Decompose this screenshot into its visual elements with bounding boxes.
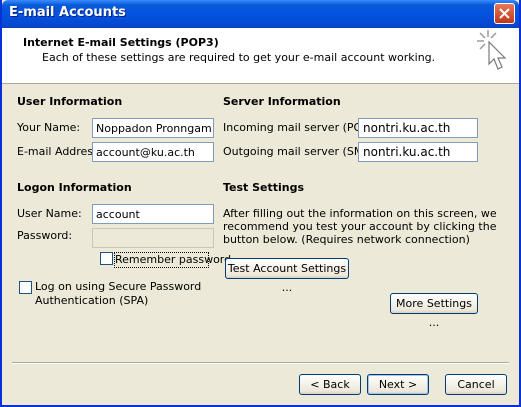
footer-separator (12, 362, 509, 364)
user-name-label: User Name: (17, 207, 82, 220)
window-title: E-mail Accounts (9, 5, 126, 20)
server-info-title: Server Information (223, 95, 341, 108)
remember-password-checkbox[interactable] (100, 252, 113, 265)
test-account-settings-button[interactable]: Test Account Settings ... (225, 258, 349, 294)
logon-info-title: Logon Information (17, 181, 132, 194)
password-label: Password: (17, 229, 73, 242)
test-description-line3: button below. (Requires network connecti… (223, 233, 470, 246)
test-description-line2: recommend you test your account by click… (223, 220, 497, 233)
cancel-button[interactable]: Cancel (445, 374, 507, 395)
back-button[interactable]: < Back (299, 374, 361, 395)
spa-label-line1[interactable]: Log on using Secure Password (35, 280, 201, 293)
remember-password-label[interactable]: Remember password (115, 253, 231, 266)
more-settings-button[interactable]: More Settings ... (390, 293, 478, 329)
test-settings-title: Test Settings (223, 181, 305, 194)
wizard-cursor-icon (477, 30, 507, 70)
incoming-server-field[interactable]: nontri.ku.ac.th (358, 118, 478, 138)
spa-checkbox[interactable] (19, 281, 32, 294)
your-name-label: Your Name: (17, 121, 81, 134)
user-name-field[interactable]: account (92, 204, 214, 224)
wizard-header: Internet E-mail Settings (POP3) Each of … (2, 28, 519, 84)
close-button[interactable] (494, 3, 515, 24)
email-accounts-dialog: E-mail Accounts Internet E-mail Settings… (0, 0, 521, 407)
user-info-title: User Information (17, 95, 123, 108)
password-field[interactable] (92, 228, 214, 248)
header-subtitle: Each of these settings are required to g… (42, 51, 436, 64)
test-description-line1: After filling out the information on thi… (223, 207, 497, 220)
outgoing-server-field[interactable]: nontri.ku.ac.th (358, 142, 478, 162)
email-address-label: E-mail Address: (17, 145, 103, 158)
next-button[interactable]: Next > (367, 374, 429, 395)
spa-label-line2[interactable]: Authentication (SPA) (35, 294, 148, 307)
your-name-field[interactable]: Noppadon Pronngam (92, 118, 214, 138)
close-icon (499, 8, 510, 19)
email-address-field[interactable]: account@ku.ac.th (92, 142, 214, 162)
header-title: Internet E-mail Settings (POP3) (23, 36, 219, 49)
title-bar[interactable]: E-mail Accounts (2, 0, 519, 28)
